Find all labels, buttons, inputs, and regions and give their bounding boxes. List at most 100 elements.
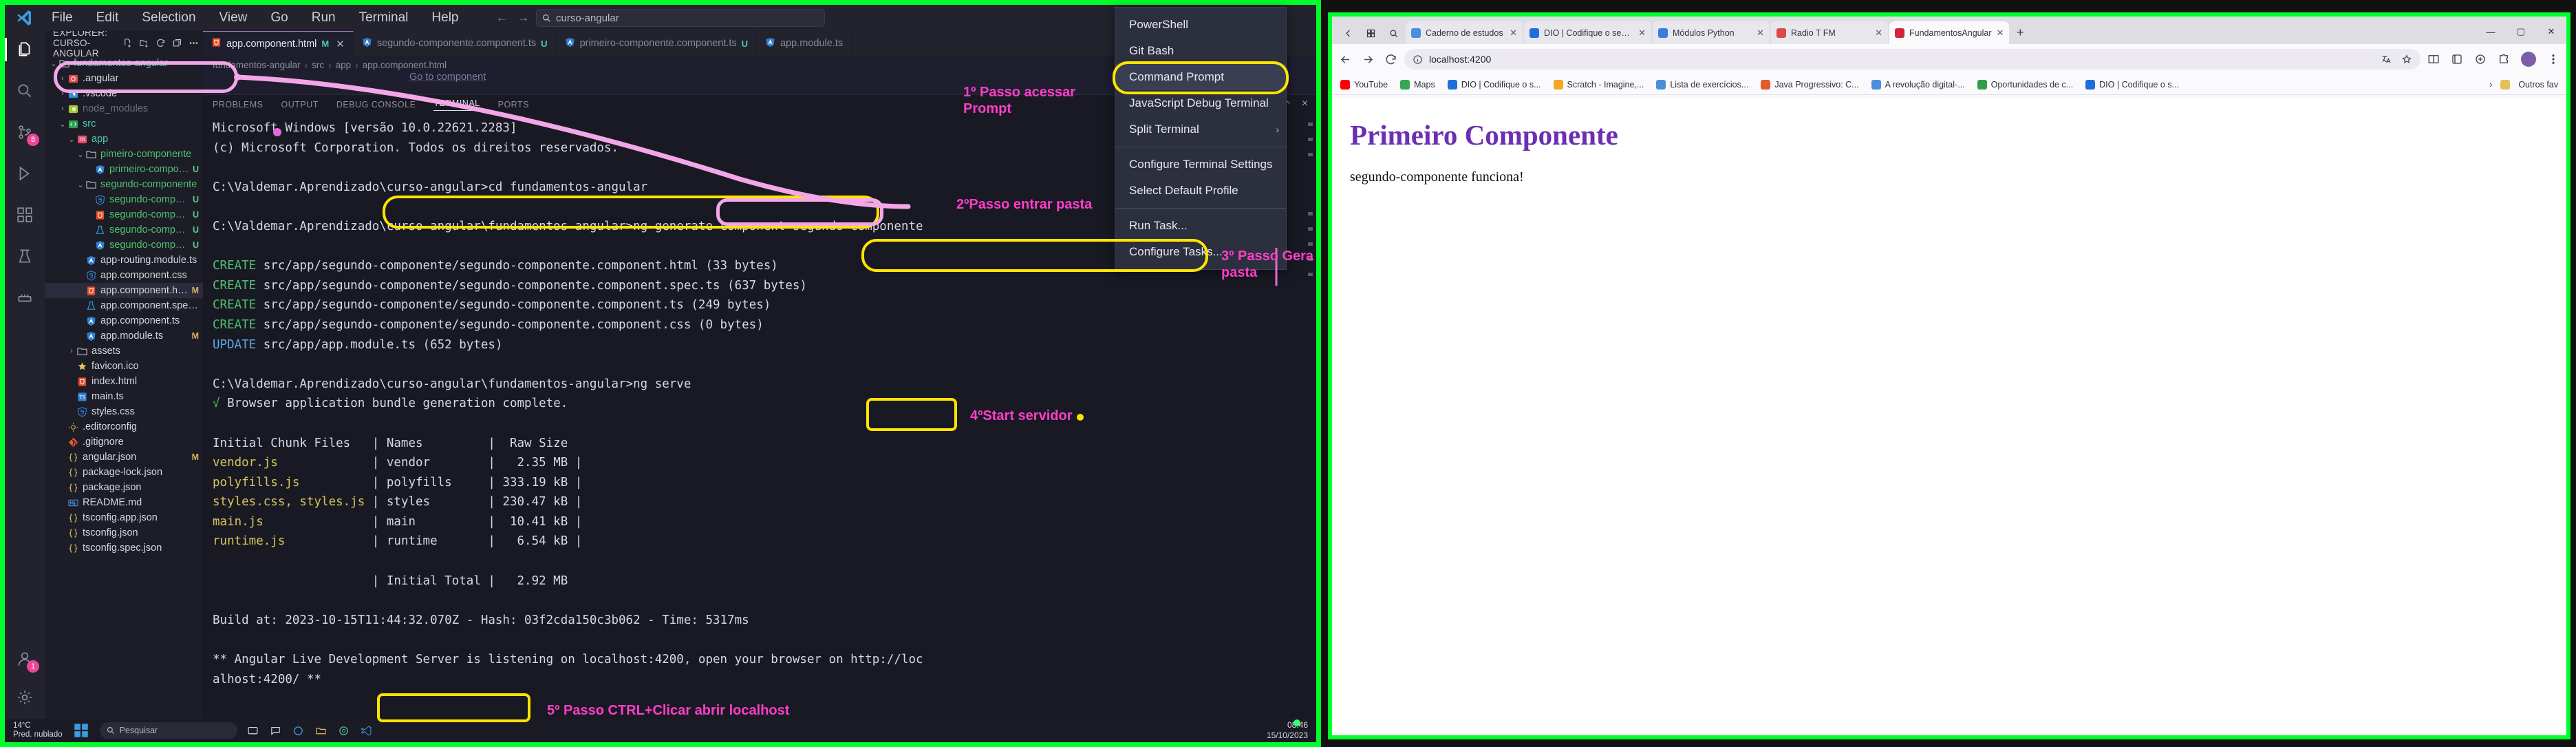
tree-item[interactable]: app.component.ts	[45, 313, 203, 328]
explorer-folder-icon[interactable]	[315, 725, 327, 737]
activity-explorer[interactable]	[5, 38, 36, 61]
panel-tab[interactable]: PORTS	[498, 100, 529, 109]
split-screen-icon[interactable]	[2427, 53, 2440, 65]
menu-file[interactable]: File	[49, 9, 76, 27]
activity-search[interactable]	[13, 79, 36, 103]
tree-item[interactable]: segundo-componente.component.htmlU	[45, 207, 203, 222]
tree-item[interactable]: package.json	[45, 480, 203, 495]
maximize-button[interactable]: ▢	[2506, 19, 2536, 44]
tree-item[interactable]: › node_modules	[45, 101, 203, 116]
activity-run-debug[interactable]	[13, 162, 36, 185]
browser-tab-close-icon[interactable]: ✕	[1638, 28, 1646, 39]
taskbar-search-input[interactable]: Pesquisar	[99, 722, 237, 739]
activity-testing[interactable]	[13, 244, 36, 268]
bookmark-item[interactable]: Lista de exercícios...	[1656, 79, 1748, 90]
activity-account[interactable]: 1	[13, 647, 39, 673]
context-menu-item[interactable]: Select Default Profile	[1115, 178, 1286, 204]
browser-tab-controls[interactable]	[1336, 28, 1406, 44]
minimize-button[interactable]: —	[2476, 19, 2506, 44]
tree-item[interactable]: app.component.css	[45, 268, 203, 283]
back-icon[interactable]	[1339, 53, 1352, 66]
tree-item[interactable]: package-lock.json	[45, 465, 203, 480]
tree-item[interactable]: ⌄ src	[45, 116, 203, 131]
chat-icon[interactable]	[270, 725, 281, 737]
vscode-taskbar-icon[interactable]	[361, 725, 372, 737]
menu-edit[interactable]: Edit	[94, 9, 122, 27]
tree-item[interactable]: › assets	[45, 344, 203, 359]
menu-help[interactable]: Help	[429, 9, 461, 27]
bookmark-item[interactable]: Java Progressivo: C...	[1761, 79, 1859, 90]
tree-item[interactable]: index.html	[45, 374, 203, 389]
browser-tab-search-icon[interactable]	[1388, 28, 1399, 39]
tree-chevron-icon[interactable]: ⌄	[76, 180, 85, 189]
panel-tab[interactable]: OUTPUT	[281, 100, 318, 109]
browser-tab[interactable]: Radio T FM ✕	[1771, 21, 1888, 44]
menu-go[interactable]: Go	[268, 9, 290, 27]
browser-tab[interactable]: FundamentosAngular ✕	[1889, 21, 2010, 44]
tree-item[interactable]: app.module.ts M	[45, 328, 203, 344]
browser-tab-close-icon[interactable]: ✕	[1757, 28, 1764, 39]
tree-chevron-icon[interactable]: ⌄	[58, 120, 67, 129]
bookmarks-bar[interactable]: YouTube Maps DIO | Codifique o s... Scratch…	[1332, 74, 2566, 95]
nav-back-icon[interactable]: ←	[496, 11, 508, 25]
tree-item[interactable]: tsconfig.app.json	[45, 510, 203, 525]
context-menu-item[interactable]: Split Terminal ›	[1115, 116, 1286, 143]
tree-item[interactable]: ⌄ pimeiro-componente	[45, 147, 203, 162]
taskbar-apps[interactable]	[247, 725, 372, 737]
tree-item[interactable]: .editorconfig	[45, 419, 203, 434]
tree-item[interactable]: ⌄ app	[45, 131, 203, 147]
vscode-menu[interactable]: File Edit Selection View Go Run Terminal…	[49, 9, 462, 27]
breadcrumb-item[interactable]: app	[336, 60, 352, 70]
explorer-actions[interactable]	[122, 38, 199, 48]
bookmark-item[interactable]: A revolução digital-...	[1871, 79, 1965, 90]
close-panel-icon[interactable]	[1300, 98, 1309, 107]
activity-extensions[interactable]	[13, 203, 36, 227]
tree-item[interactable]: app.component.html M	[45, 283, 203, 298]
browser-tools[interactable]	[2427, 52, 2559, 67]
refresh-icon[interactable]	[155, 38, 166, 48]
tree-item[interactable]: TS main.ts	[45, 389, 203, 404]
activity-docker[interactable]	[13, 286, 36, 309]
menu-selection[interactable]: Selection	[139, 9, 198, 27]
menu-terminal[interactable]: Terminal	[356, 9, 411, 27]
forward-icon[interactable]	[1362, 53, 1375, 66]
address-bar-actions[interactable]	[2381, 54, 2412, 65]
browser-tab-close-icon[interactable]: ✕	[1997, 28, 2004, 39]
close-button[interactable]: ✕	[2536, 19, 2566, 44]
browser-tab-close-icon[interactable]: ✕	[1510, 28, 1517, 39]
taskbar-clock[interactable]: 08:46 15/10/2023	[1267, 720, 1308, 741]
tree-item[interactable]: favicon.ico	[45, 359, 203, 374]
chrome-icon[interactable]	[338, 725, 350, 737]
start-button[interactable]	[72, 722, 90, 739]
terminal-scrollbar[interactable]	[1307, 123, 1313, 713]
browser-tab-close-icon[interactable]: ✕	[1875, 28, 1882, 39]
context-menu-item[interactable]: Git Bash	[1115, 38, 1286, 64]
tree-item[interactable]: tsconfig.json	[45, 525, 203, 540]
nav-forward-icon[interactable]: →	[517, 11, 529, 25]
bookmark-item[interactable]: DIO | Codifique o s...	[1447, 79, 1541, 90]
tree-item[interactable]: styles.css	[45, 404, 203, 419]
address-bar[interactable]: localhost:4200	[1404, 49, 2421, 70]
collapse-all-icon[interactable]	[172, 38, 182, 48]
panel-tab[interactable]: PROBLEMS	[213, 100, 263, 109]
star-icon[interactable]	[2401, 54, 2412, 65]
new-tab-button[interactable]: +	[2010, 23, 2030, 42]
tree-item[interactable]: tsconfig.spec.json	[45, 540, 203, 556]
edge-icon[interactable]	[292, 725, 304, 737]
translate-icon[interactable]	[2381, 54, 2392, 65]
panel-tab[interactable]: TERMINAL	[433, 98, 480, 111]
breadcrumb-item[interactable]: app.component.html	[363, 60, 447, 70]
breadcrumb-item[interactable]: src	[312, 60, 324, 70]
task-view-icon[interactable]	[247, 725, 259, 737]
panel-tab[interactable]: DEBUG CONSOLE	[336, 100, 416, 109]
tree-item[interactable]: segundo-componente.component.spec.tsU	[45, 222, 203, 238]
command-search-input[interactable]: curso-angular	[536, 9, 825, 27]
browser-menu-icon[interactable]	[2547, 53, 2559, 65]
menu-view[interactable]: View	[217, 9, 250, 27]
context-menu-item[interactable]: PowerShell	[1115, 12, 1286, 38]
profile-avatar[interactable]	[2521, 52, 2536, 67]
bookmarks-overflow[interactable]: › Outros fav	[2489, 79, 2558, 90]
tree-chevron-icon[interactable]: ⌄	[67, 135, 76, 144]
taskbar-weather[interactable]: 14°C Pred. nublado	[13, 722, 63, 739]
context-menu-item[interactable]: Configure Terminal Settings	[1115, 151, 1286, 178]
